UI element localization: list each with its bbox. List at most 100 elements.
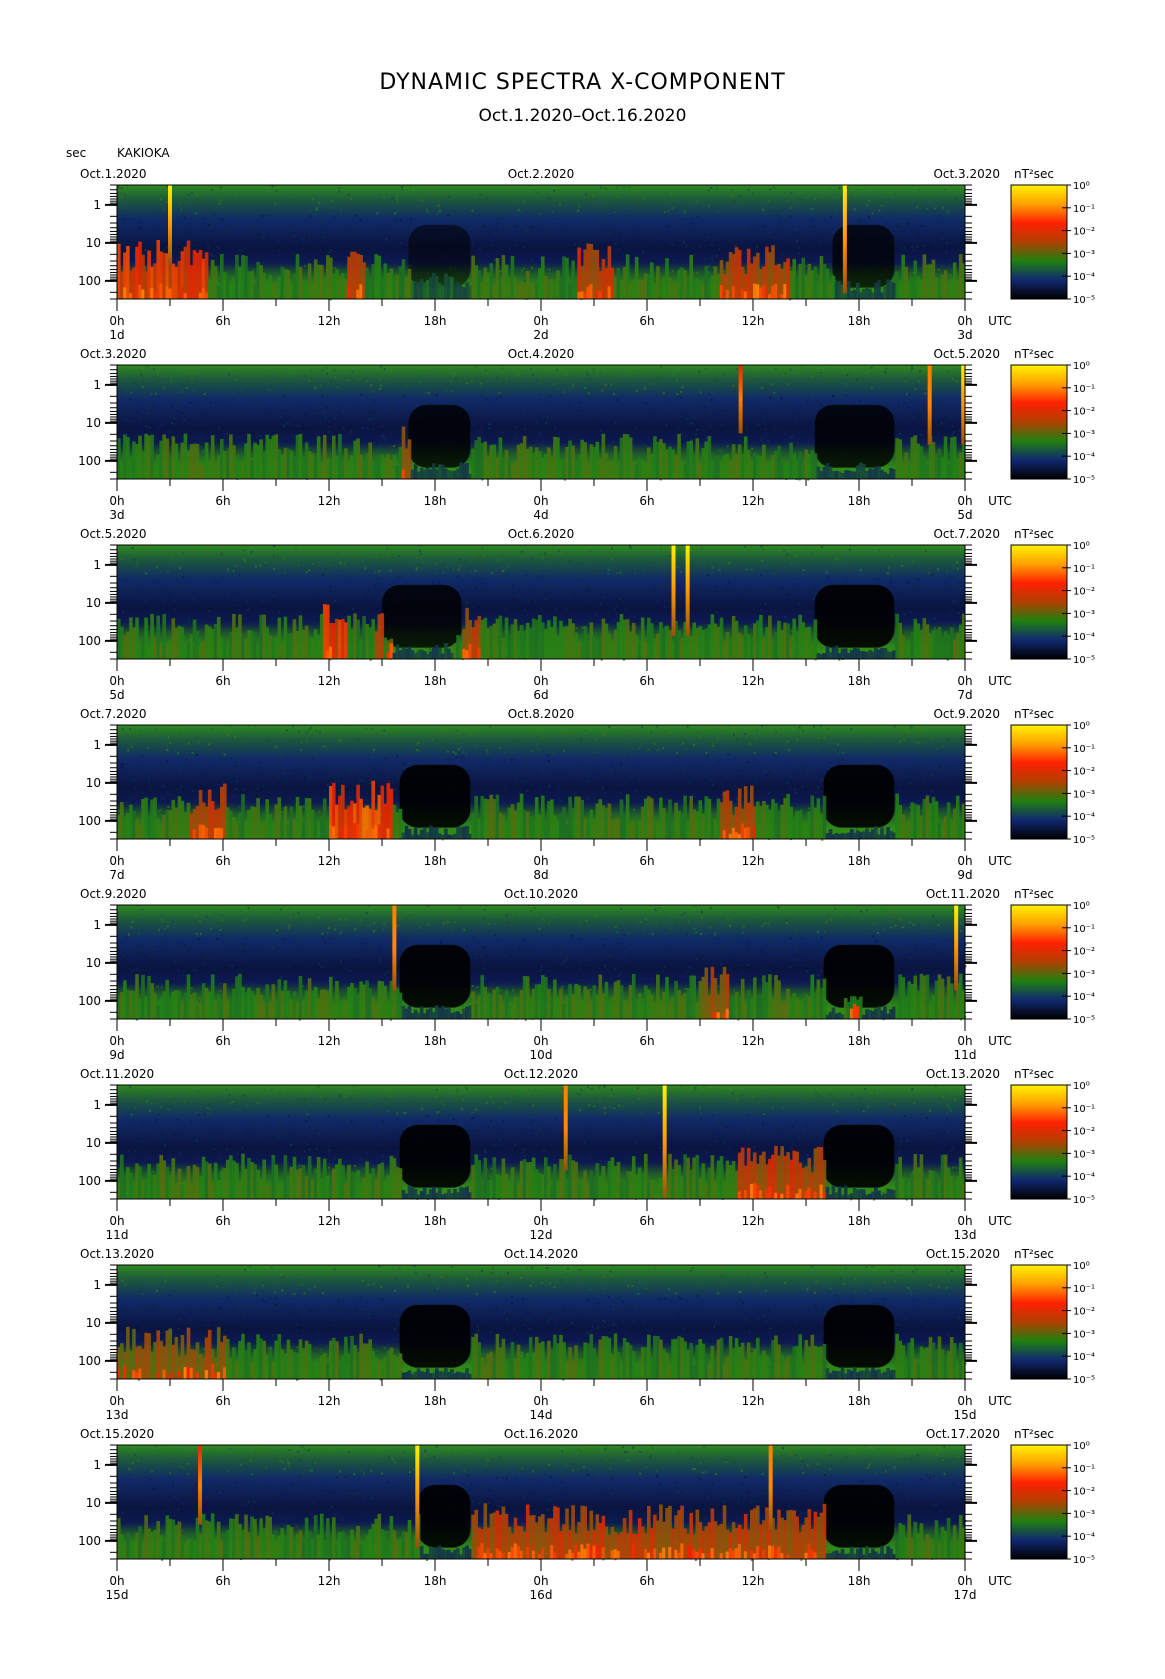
x-tick-label: 6h xyxy=(215,1574,230,1588)
x-tick-label: 6h xyxy=(639,1394,654,1408)
colorbar-tick-label: 10⁰ xyxy=(1073,181,1090,192)
panel-start-date: Oct.3.2020 xyxy=(80,347,147,361)
x-tick-label: 0h xyxy=(533,1394,548,1408)
day-label: 9d xyxy=(109,1048,124,1062)
colorbar-tick-label: 10⁻¹ xyxy=(1073,1464,1095,1475)
x-unit-label: UTC xyxy=(988,674,1012,688)
x-tick-label: 6h xyxy=(215,494,230,508)
impulse-spike xyxy=(842,185,847,294)
x-tick-label: 0h xyxy=(533,1574,548,1588)
panel-start-date: Oct.15.2020 xyxy=(80,1427,154,1441)
x-tick-label: 12h xyxy=(742,494,765,508)
x-tick-label: 0h xyxy=(109,1034,124,1048)
day-label: 16d xyxy=(530,1588,553,1602)
quiet-region xyxy=(832,224,895,288)
day-label: 12d xyxy=(530,1228,553,1242)
x-tick-label: 0h xyxy=(533,1214,548,1228)
y-tick-label: 10 xyxy=(86,1136,101,1150)
y-tick-label: 10 xyxy=(86,416,101,430)
impulse-spike xyxy=(927,365,932,445)
colorbar: 10⁰ 10⁻¹ 10⁻² 10⁻³ 10⁻⁴ 10⁻⁵ xyxy=(1010,361,1095,486)
spectrogram-panel: 1 10 100 0h 6h 12h 18h 0h 6h 12h 18h 0h UTC 15d 16d 17d… xyxy=(78,1427,1095,1602)
panel-mid-date: Oct.16.2020 xyxy=(504,1427,578,1441)
colorbar-tick-label: 10⁻³ xyxy=(1073,249,1095,260)
spectrogram-panel: 1 10 100 0h 6h 12h 18h 0h 6h 12h 18h 0h UTC 13d 14d 15d… xyxy=(78,1247,1095,1422)
colorbar-tick-label: 10⁻⁵ xyxy=(1073,835,1095,846)
colorbar-unit: nT²sec xyxy=(1014,1247,1054,1261)
colorbar-tick-label: 10⁻¹ xyxy=(1073,924,1095,935)
impulse-spike xyxy=(662,1085,667,1199)
y-tick-label: 10 xyxy=(86,596,101,610)
quiet-region xyxy=(814,584,895,648)
colorbar-tick-label: 10⁻² xyxy=(1073,767,1095,778)
impulse-spike xyxy=(168,185,172,265)
x-tick-label: 0h xyxy=(957,854,972,868)
x-tick-label: 0h xyxy=(957,1214,972,1228)
colorbar: 10⁰ 10⁻¹ 10⁻² 10⁻³ 10⁻⁴ 10⁻⁵ xyxy=(1010,541,1095,666)
colorbar-gradient xyxy=(1010,1264,1068,1380)
colorbar-tick-label: 10⁻¹ xyxy=(1073,384,1095,395)
colorbar-tick-label: 10⁰ xyxy=(1073,541,1090,552)
panel-end-date: Oct.15.2020 xyxy=(926,1247,1000,1261)
panel-start-date: Oct.9.2020 xyxy=(80,887,147,901)
colorbar-tick-label: 10⁻¹ xyxy=(1073,1284,1095,1295)
x-tick-label: 6h xyxy=(215,854,230,868)
x-unit-label: UTC xyxy=(988,494,1012,508)
day-label: 17d xyxy=(954,1588,977,1602)
colorbar-tick-label: 10⁰ xyxy=(1073,1441,1090,1452)
colorbar: 10⁰ 10⁻¹ 10⁻² 10⁻³ 10⁻⁴ 10⁻⁵ xyxy=(1010,181,1095,306)
colorbar-tick-label: 10⁻² xyxy=(1073,407,1095,418)
day-label: 3d xyxy=(109,508,124,522)
x-tick-label: 0h xyxy=(109,854,124,868)
day-label: 7d xyxy=(109,868,124,882)
x-tick-label: 12h xyxy=(318,494,341,508)
y-tick-label: 10 xyxy=(86,776,101,790)
panel-end-date: Oct.7.2020 xyxy=(933,527,1000,541)
colorbar-tick-label: 10⁻¹ xyxy=(1073,564,1095,575)
spectrogram-panel: 1 10 100 0h 6h 12h 18h 0h 6h 12h 18h 0h UTC 1d 2d 3d Oct… xyxy=(78,167,1095,342)
y-tick-label: 10 xyxy=(86,956,101,970)
colorbar-gradient xyxy=(1010,1084,1068,1200)
x-tick-label: 12h xyxy=(742,1034,765,1048)
x-tick-label: 18h xyxy=(848,1214,871,1228)
colorbar-tick-label: 10⁻⁵ xyxy=(1073,655,1095,666)
panel-end-date: Oct.13.2020 xyxy=(926,1067,1000,1081)
impulse-spike xyxy=(563,1085,568,1171)
colorbar-gradient xyxy=(1010,364,1068,480)
x-tick-label: 6h xyxy=(639,494,654,508)
colorbar-unit: nT²sec xyxy=(1014,1427,1054,1441)
x-tick-label: 6h xyxy=(639,674,654,688)
x-tick-label: 18h xyxy=(424,314,447,328)
x-tick-label: 18h xyxy=(848,314,871,328)
colorbar-tick-label: 10⁻⁴ xyxy=(1073,812,1095,823)
x-tick-label: 6h xyxy=(639,1574,654,1588)
x-axis: 0h 6h 12h 18h 0h 6h 12h 18h 0h UTC 11d 12d 13d xyxy=(106,1199,1012,1242)
x-tick-label: 0h xyxy=(957,494,972,508)
panel-mid-date: Oct.10.2020 xyxy=(504,887,578,901)
colorbar-tick-label: 10⁻⁴ xyxy=(1073,1172,1095,1183)
y-tick-label: 100 xyxy=(78,1534,101,1548)
x-tick-label: 0h xyxy=(533,854,548,868)
day-label: 2d xyxy=(533,328,548,342)
panel-start-date: Oct.1.2020 xyxy=(80,167,147,181)
colorbar-tick-label: 10⁻³ xyxy=(1073,789,1095,800)
impulse-spike xyxy=(738,365,743,434)
day-label: 7d xyxy=(957,688,972,702)
x-tick-label: 0h xyxy=(109,494,124,508)
y-tick-label: 1 xyxy=(93,1458,101,1472)
day-label: 15d xyxy=(106,1588,129,1602)
x-tick-label: 0h xyxy=(533,494,548,508)
y-tick-label: 100 xyxy=(78,994,101,1008)
x-tick-label: 18h xyxy=(848,494,871,508)
colorbar-tick-label: 10⁰ xyxy=(1073,1261,1090,1272)
x-unit-label: UTC xyxy=(988,1394,1012,1408)
panel-mid-date: Oct.8.2020 xyxy=(508,707,575,721)
colorbar-tick-label: 10⁻³ xyxy=(1073,1509,1095,1520)
colorbar-tick-label: 10⁻¹ xyxy=(1073,744,1095,755)
x-tick-label: 6h xyxy=(215,1394,230,1408)
quiet-region xyxy=(382,584,462,648)
x-tick-label: 0h xyxy=(109,1214,124,1228)
colorbar-tick-label: 10⁻⁵ xyxy=(1073,1375,1095,1386)
quiet-region xyxy=(417,1484,471,1548)
panel-start-date: Oct.11.2020 xyxy=(80,1067,154,1081)
